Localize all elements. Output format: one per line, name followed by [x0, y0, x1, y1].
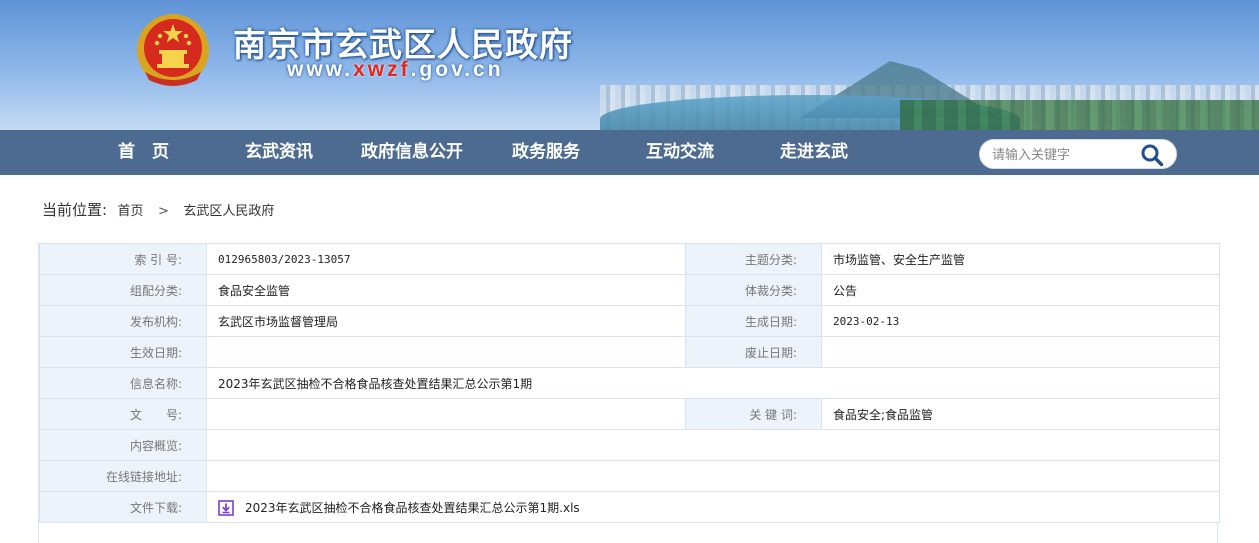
site-url-prefix: www.	[287, 58, 354, 81]
nav-item-about[interactable]: 走进玄武	[780, 130, 848, 175]
info-table: 索 引 号: 012965803/2023-13057 主题分类: 市场监管、安…	[39, 243, 1220, 523]
national-emblem-icon	[137, 14, 209, 86]
field-value-publisher: 玄武区市场监督管理局	[206, 305, 686, 337]
field-key-info-name: 信息名称:	[39, 367, 207, 399]
field-key-effective-date: 生效日期:	[39, 336, 207, 368]
site-url-brand: xwzf	[353, 58, 411, 81]
field-key-file-download: 文件下载:	[39, 491, 207, 523]
search-input[interactable]	[992, 145, 1132, 165]
nav-item-home[interactable]: 首 页	[118, 130, 169, 175]
field-key-expiry-date: 废止日期:	[685, 336, 822, 368]
table-row: 文件下载: 2023年玄武区抽检不合格食品核查处置结果汇总公示第1期.xls	[39, 491, 1220, 523]
field-value-keywords: 食品安全;食品监管	[821, 398, 1220, 430]
table-row: 组配分类: 食品安全监管 体裁分类: 公告	[39, 274, 1220, 306]
field-value-topic: 市场监管、安全生产监管	[821, 243, 1220, 275]
banner-trees	[900, 100, 1259, 130]
download-file-link[interactable]: 2023年玄武区抽检不合格食品核查处置结果汇总公示第1期.xls	[245, 501, 580, 515]
download-icon[interactable]	[218, 499, 234, 516]
table-row: 内容概览:	[39, 429, 1220, 461]
field-key-publisher: 发布机构:	[39, 305, 207, 337]
field-value-genre: 公告	[821, 274, 1220, 306]
field-key-keywords: 关 键 词:	[685, 398, 822, 430]
field-key-topic: 主题分类:	[685, 243, 822, 275]
breadcrumb-separator: >	[157, 204, 169, 219]
info-table-container: 索 引 号: 012965803/2023-13057 主题分类: 市场监管、安…	[38, 243, 1220, 543]
field-value-index-no: 012965803/2023-13057	[206, 243, 686, 275]
field-key-created-date: 生成日期:	[685, 305, 822, 337]
site-url-suffix: .gov.cn	[410, 58, 504, 81]
field-key-index-no: 索 引 号:	[39, 243, 207, 275]
field-value-expiry-date	[821, 336, 1220, 368]
nav-item-news[interactable]: 玄武资讯	[245, 130, 313, 175]
field-value-doc-number	[206, 398, 686, 430]
field-value-info-name: 2023年玄武区抽检不合格食品核查处置结果汇总公示第1期	[206, 367, 1220, 399]
field-value-file-download: 2023年玄武区抽检不合格食品核查处置结果汇总公示第1期.xls	[206, 491, 1220, 523]
search-icon[interactable]	[1140, 143, 1164, 167]
breadcrumb: 当前位置: 首页 > 玄武区人民政府	[42, 199, 274, 219]
breadcrumb-district-link[interactable]: 玄武区人民政府	[183, 204, 274, 219]
nav-item-gov-info[interactable]: 政府信息公开	[361, 130, 463, 175]
field-key-group: 组配分类:	[39, 274, 207, 306]
table-row: 发布机构: 玄武区市场监督管理局 生成日期: 2023-02-13	[39, 305, 1220, 337]
table-row: 生效日期: 废止日期:	[39, 336, 1220, 368]
site-url: www.xwzf.gov.cn	[287, 58, 504, 82]
table-row: 信息名称: 2023年玄武区抽检不合格食品核查处置结果汇总公示第1期	[39, 367, 1220, 399]
nav-item-interaction[interactable]: 互动交流	[646, 130, 714, 175]
field-value-created-date: 2023-02-13	[821, 305, 1220, 337]
breadcrumb-label: 当前位置:	[42, 201, 108, 219]
field-value-effective-date	[206, 336, 686, 368]
table-row: 索 引 号: 012965803/2023-13057 主题分类: 市场监管、安…	[39, 243, 1220, 275]
field-key-doc-number: 文 号:	[39, 398, 207, 430]
field-key-genre: 体裁分类:	[685, 274, 822, 306]
field-value-group: 食品安全监管	[206, 274, 686, 306]
table-row: 在线链接地址:	[39, 460, 1220, 492]
field-value-online-link	[206, 460, 1220, 492]
nav-item-services[interactable]: 政务服务	[512, 130, 580, 175]
breadcrumb-home-link[interactable]: 首页	[118, 204, 144, 219]
field-key-summary: 内容概览:	[39, 429, 207, 461]
field-key-online-link: 在线链接地址:	[39, 460, 207, 492]
field-value-summary	[206, 429, 1220, 461]
table-row: 文 号: 关 键 词: 食品安全;食品监管	[39, 398, 1220, 430]
search-box	[979, 139, 1177, 169]
